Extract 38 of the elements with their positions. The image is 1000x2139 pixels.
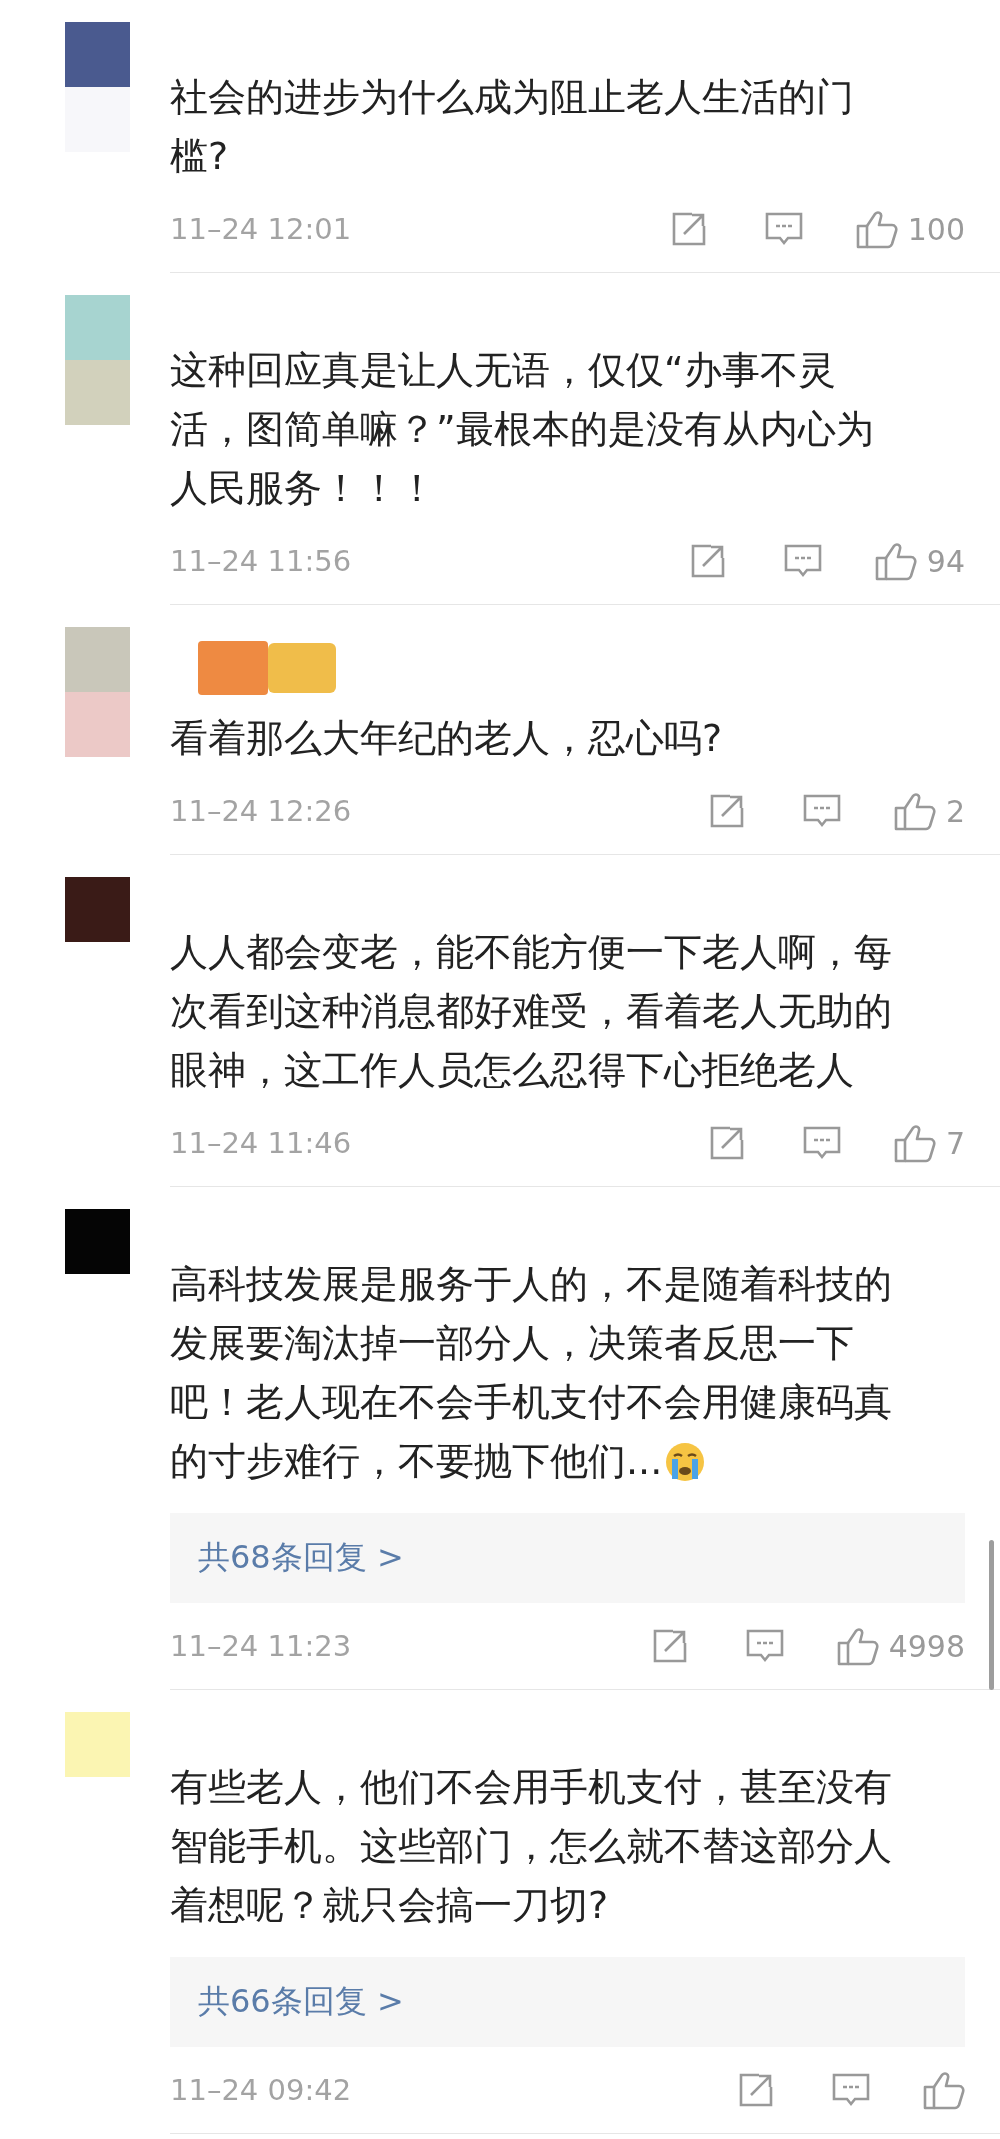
share-button[interactable] bbox=[737, 2071, 775, 2109]
comment-time: 11–24 12:26 bbox=[170, 794, 353, 828]
comment-text: 着想呢？就只会搞一刀切? bbox=[170, 1882, 609, 1929]
thumbs-up-icon bbox=[893, 1123, 936, 1163]
comment-time: 11–24 11:56 bbox=[170, 544, 353, 578]
like-button[interactable]: 7 bbox=[893, 1123, 965, 1163]
share-icon bbox=[737, 2071, 775, 2109]
comment-text: 的寸步难行，不要抛下他们... bbox=[170, 1438, 663, 1485]
thumbs-up-icon bbox=[893, 791, 936, 831]
comment-text: 槛? bbox=[170, 133, 229, 180]
replies-link[interactable]: 共66条回复 > bbox=[170, 1957, 965, 2047]
comment-time: 11–24 09:42 bbox=[170, 2073, 353, 2107]
comment-text: 有些老人，他们不会用手机支付，甚至没有 bbox=[170, 1764, 892, 1811]
like-button[interactable]: 100 bbox=[855, 209, 965, 249]
thumbs-up-icon bbox=[855, 209, 898, 249]
thumbs-up-icon bbox=[836, 1626, 879, 1666]
thumbs-up-icon bbox=[923, 2070, 965, 2110]
comment-text: 活，图简单嘛？”最根本的是没有从内心为 bbox=[170, 406, 874, 453]
like-button[interactable]: 4998 bbox=[836, 1626, 965, 1666]
comment-text: 眼神，这工作人员怎么忍得下心拒绝老人 bbox=[170, 1047, 854, 1094]
replies-link[interactable]: 共68条回复 > bbox=[170, 1513, 965, 1603]
like-button[interactable] bbox=[923, 2070, 965, 2110]
comment-text: 吧！老人现在不会手机支付不会用健康码真 bbox=[170, 1379, 892, 1426]
comment-text: 智能手机。这些部门，怎么就不替这部分人 bbox=[170, 1823, 892, 1870]
comment-text: 次看到这种消息都好难受，看着老人无助的 bbox=[170, 988, 892, 1035]
comment-text: 发展要淘汰掉一部分人，决策者反思一下 bbox=[170, 1320, 854, 1367]
comment-time: 11–24 11:23 bbox=[170, 1629, 353, 1663]
comment-text: 这种回应真是让人无语，仅仅“办事不灵 bbox=[170, 347, 836, 394]
comment-text: 人民服务！！！ bbox=[170, 465, 436, 512]
thumbs-up-icon bbox=[874, 541, 917, 581]
comment-text: 社会的进步为什么成为阻止老人生活的门 bbox=[170, 74, 854, 121]
comment-text: 人人都会变老，能不能方便一下老人啊，每 bbox=[170, 929, 892, 976]
comment-text: 高科技发展是服务于人的，不是随着科技的 bbox=[170, 1261, 892, 1308]
comment-text: 看着那么大年纪的老人，忍心吗? bbox=[170, 715, 723, 762]
like-button[interactable]: 94 bbox=[874, 541, 965, 581]
comment-time: 11–24 11:46 bbox=[170, 1126, 353, 1160]
comment-time: 11–24 12:01 bbox=[170, 212, 353, 246]
like-button[interactable]: 2 bbox=[893, 791, 965, 831]
